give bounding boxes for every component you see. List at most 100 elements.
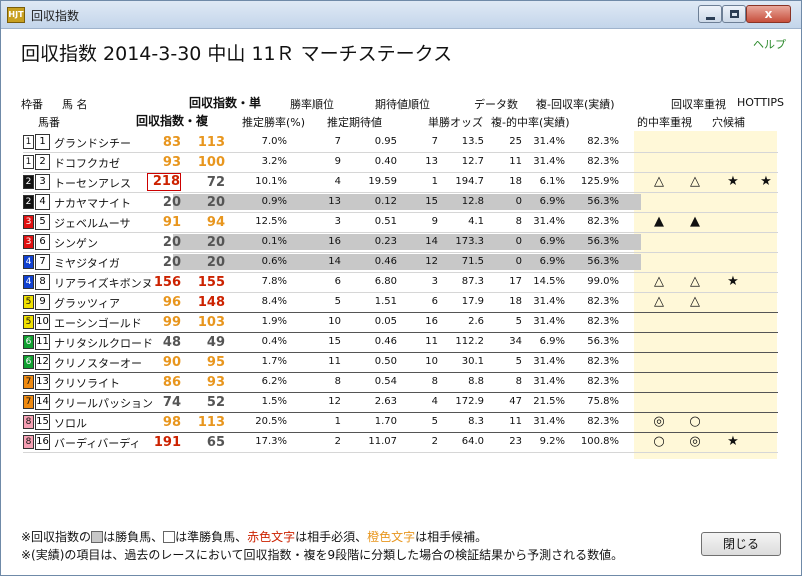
footnote-1: ※回収指数の は勝負馬、 は準勝負馬、赤色文字は相手必須、橙色文字は相手候補。	[21, 528, 487, 545]
return-value: 100.8%	[580, 436, 619, 447]
count-value: 5	[515, 316, 522, 327]
waku-badge: 1	[23, 155, 34, 169]
mark-cell: △	[690, 174, 700, 189]
mark-cell: △	[690, 294, 700, 309]
help-link[interactable]: ヘルプ	[753, 36, 786, 52]
minimize-button[interactable]	[698, 5, 722, 23]
col-uma-name: 馬 名	[62, 98, 88, 111]
exp-value: 1.70	[374, 416, 397, 427]
index-tan-value: 98	[162, 415, 181, 430]
table-row[interactable]: 6 11 ナリタシルクロード 48 49 0.4% 15 0.46 11 112.2 34 6.9% 5…	[23, 332, 778, 353]
win-rank-value: 5	[334, 296, 341, 307]
table-row[interactable]: 4 7 ミヤジタイガ 20 20 0.6% 14 0.46 12 71.5 0 6.9% 56.3%	[23, 252, 778, 273]
win-rate-value: 20.5%	[255, 416, 287, 427]
exp-value: 11.07	[368, 436, 397, 447]
index-fuku-value: 20	[206, 195, 225, 210]
table-row[interactable]: 5 10 エーシンゴールド 99 103 1.9% 10 0.05 16 2.6 5 31.4% 82.…	[23, 312, 778, 333]
umaban-badge: 10	[35, 314, 50, 330]
win-rate-value: 6.2%	[261, 376, 287, 387]
win-rate-value: 7.8%	[261, 276, 287, 287]
count-value: 0	[515, 236, 522, 247]
footnote-2: ※(実績)の項目は、過去のレースにおいて回収指数・複を9段階に分類した場合の検証…	[21, 548, 624, 562]
waku-badge: 1	[23, 135, 34, 149]
main-window: HJT 回収指数 x 回収指数 2014-3-30 中山 11Ｒ マーチステーク…	[0, 0, 802, 576]
mark-cell: ★	[727, 274, 739, 289]
close-icon: x	[764, 7, 773, 21]
count-value: 34	[509, 336, 522, 347]
table-row[interactable]: 3 5 ジェベルムーサ 91 94 12.5% 3 0.51 9 4.1 8 31.4% 82.3% ▲ ▲	[23, 212, 778, 233]
footnote-1e: は相手候補。	[415, 530, 488, 544]
mark-cell: △	[654, 294, 664, 309]
hit-value: 31.4%	[533, 376, 565, 387]
return-value: 56.3%	[587, 336, 619, 347]
win-rank-value: 1	[334, 416, 341, 427]
table-row[interactable]: 6 12 クリノスターオー 90 95 1.7% 11 0.50 10 30.1 5 31.4% 82.…	[23, 352, 778, 373]
hit-value: 21.5%	[533, 396, 565, 407]
win-rank-value: 8	[334, 376, 341, 387]
hit-value: 31.4%	[533, 296, 565, 307]
table-row[interactable]: 8 16 バーディバーディ 191 65 17.3% 2 11.07 2 64.0 23 9.2% 10…	[23, 432, 778, 453]
win-rate-value: 10.1%	[255, 176, 287, 187]
footnote-1b: は勝負馬、	[103, 530, 164, 544]
window-title: 回収指数	[31, 9, 80, 23]
index-fuku-value: 113	[197, 415, 225, 430]
exp-value: 0.40	[374, 156, 397, 167]
exp-value: 19.59	[368, 176, 397, 187]
return-value: 125.9%	[580, 176, 619, 187]
close-window-button[interactable]: x	[746, 5, 791, 23]
table-row[interactable]: 3 6 シンゲン 20 20 0.1% 16 0.23 14 173.3 0 6.9% 56.3%	[23, 232, 778, 253]
win-rate-value: 7.0%	[261, 136, 287, 147]
footnote-1d: は相手必須、	[295, 530, 368, 544]
index-tan-value: 99	[162, 315, 181, 330]
mark-cell: ★	[727, 174, 739, 189]
umaban-badge: 5	[35, 214, 50, 230]
col-hole: 穴候補	[712, 116, 745, 129]
horse-name: クリソライト	[54, 377, 120, 390]
hit-value: 31.4%	[533, 156, 565, 167]
horse-name: リアライズキボンヌ	[54, 277, 153, 290]
umaban-badge: 14	[35, 394, 50, 410]
index-tan-value: 93	[162, 155, 181, 170]
waku-badge: 2	[23, 175, 34, 189]
mark-cell: ★	[760, 174, 772, 189]
hit-value: 31.4%	[533, 316, 565, 327]
horse-name: クリノスターオー	[54, 357, 142, 370]
win-rate-value: 1.7%	[261, 356, 287, 367]
waku-badge: 7	[23, 375, 34, 389]
table-row[interactable]: 2 4 ナカヤマナイト 20 20 0.9% 13 0.12 15 12.8 0 6.9% 56.3%	[23, 192, 778, 213]
exp-value: 0.54	[374, 376, 397, 387]
return-value: 56.3%	[587, 236, 619, 247]
table-row[interactable]: 7 13 クリソライト 86 93 6.2% 8 0.54 8 8.8 8 31.4% 82.3%	[23, 372, 778, 393]
table-row[interactable]: 4 8 リアライズキボンヌ 156 155 7.8% 6 6.80 3 87.3 17 14.5% 99…	[23, 272, 778, 293]
return-value: 82.3%	[587, 136, 619, 147]
win-rank-value: 2	[334, 436, 341, 447]
win-rate-value: 12.5%	[255, 216, 287, 227]
umaban-badge: 2	[35, 154, 50, 170]
horse-name: ジェベルムーサ	[54, 217, 131, 230]
index-fuku-value: 95	[206, 355, 225, 370]
close-button[interactable]: 閉じる	[701, 532, 781, 556]
hit-value: 6.9%	[539, 336, 565, 347]
table-row[interactable]: 1 2 ドコフクカゼ 93 100 3.2% 9 0.40 13 12.7 11 31.4% 82.3%	[23, 152, 778, 173]
exp-rank-value: 2	[431, 436, 438, 447]
exp-rank-value: 6	[431, 296, 438, 307]
table-row[interactable]: 7 14 クリールパッション 74 52 1.5% 12 2.63 4 172.9 47 21.5% 7…	[23, 392, 778, 413]
waku-badge: 3	[23, 215, 34, 229]
count-value: 25	[509, 136, 522, 147]
return-value: 75.8%	[587, 396, 619, 407]
exp-rank-value: 16	[425, 316, 438, 327]
table-row[interactable]: 2 3 トーセンアレス 218 72 10.1% 4 19.59 1 194.7 18 6.1% 125…	[23, 172, 778, 193]
mark-cell: ○	[653, 434, 665, 449]
index-fuku-value: 20	[206, 255, 225, 270]
title-bar[interactable]: HJT 回収指数 x	[1, 1, 801, 29]
waku-badge: 5	[23, 295, 34, 309]
maximize-button[interactable]	[722, 5, 746, 23]
exp-value: 0.46	[374, 336, 397, 347]
table-row[interactable]: 8 15 ソロル 98 113 20.5% 1 1.70 5 8.3 11 31.4% 82.3% ◎ ○	[23, 412, 778, 433]
count-value: 18	[509, 176, 522, 187]
table-row[interactable]: 5 9 グラッツィア 96 148 8.4% 5 1.51 6 17.9 18 31.4% 82.3% △…	[23, 292, 778, 313]
win-rank-value: 6	[334, 276, 341, 287]
footnote-red-text: 赤色文字	[247, 530, 296, 544]
table-row[interactable]: 1 1 グランドシチー 83 113 7.0% 7 0.95 7 13.5 25 31.4% 82.3%	[23, 132, 778, 153]
waku-badge: 4	[23, 255, 34, 269]
